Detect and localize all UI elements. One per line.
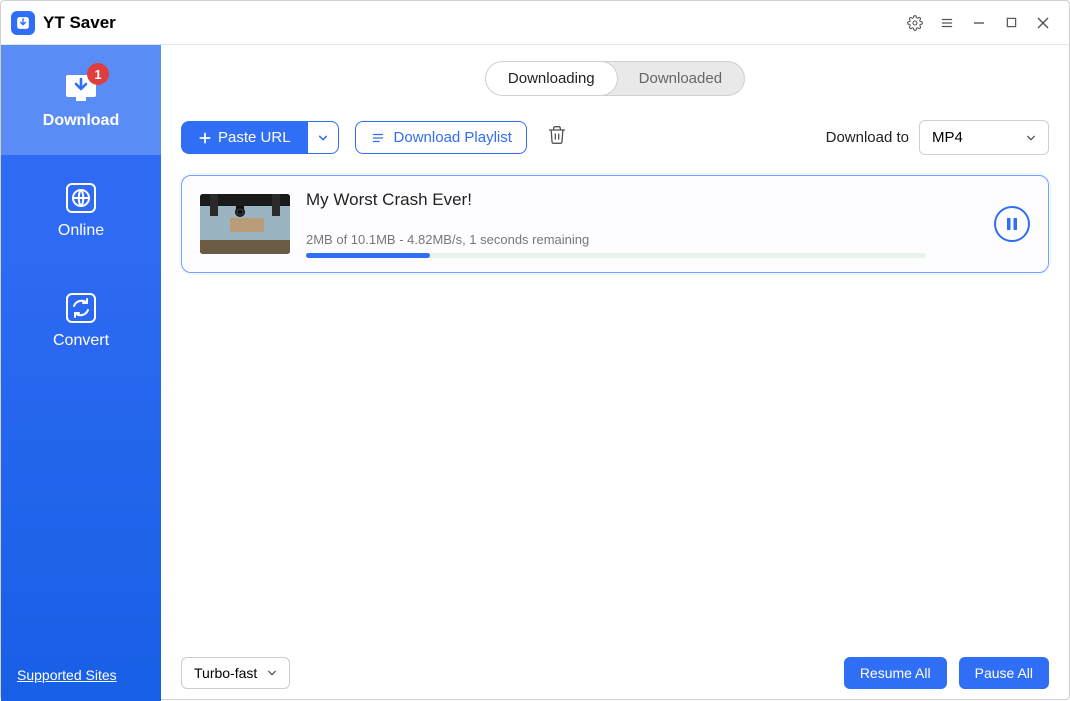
paste-url-dropdown[interactable] xyxy=(307,121,339,154)
download-card: My Worst Crash Ever! 2MB of 10.1MB - 4.8… xyxy=(181,175,1049,273)
download-playlist-button[interactable]: Download Playlist xyxy=(355,121,527,154)
main-area: Downloading Downloaded Paste URL Do xyxy=(161,45,1069,701)
pause-all-button[interactable]: Pause All xyxy=(959,657,1049,689)
supported-sites-link[interactable]: Supported Sites xyxy=(1,667,161,701)
convert-icon xyxy=(63,290,99,326)
progress-bar xyxy=(306,253,926,258)
footer: Turbo-fast Resume All Pause All xyxy=(161,645,1069,701)
sidebar-item-label: Convert xyxy=(53,332,109,350)
chevron-down-icon xyxy=(267,668,277,678)
globe-icon xyxy=(63,180,99,216)
download-title: My Worst Crash Ever! xyxy=(306,190,978,210)
speed-mode-select[interactable]: Turbo-fast xyxy=(181,657,290,689)
pause-button[interactable] xyxy=(994,206,1030,242)
settings-icon[interactable] xyxy=(899,7,931,39)
chevron-down-icon xyxy=(1026,133,1036,143)
playlist-icon xyxy=(370,131,386,145)
tabs: Downloading Downloaded xyxy=(485,61,745,96)
chevron-down-icon xyxy=(318,133,328,143)
sidebar: Download 1 Online Convert xyxy=(1,45,161,701)
trash-icon xyxy=(547,125,567,145)
video-thumbnail xyxy=(200,194,290,254)
minimize-icon[interactable] xyxy=(963,7,995,39)
toolbar: Paste URL Download Playlist xyxy=(181,120,1049,155)
sidebar-item-label: Online xyxy=(58,222,104,240)
resume-all-button[interactable]: Resume All xyxy=(844,657,947,689)
sidebar-item-online[interactable]: Online xyxy=(1,155,161,265)
tab-downloaded[interactable]: Downloaded xyxy=(617,62,744,95)
maximize-icon[interactable] xyxy=(995,7,1027,39)
sidebar-item-download[interactable]: Download 1 xyxy=(1,45,161,155)
download-to-label: Download to xyxy=(826,129,909,146)
close-icon[interactable] xyxy=(1027,7,1059,39)
pause-icon xyxy=(1005,217,1019,231)
app-name: YT Saver xyxy=(43,13,116,33)
sidebar-item-convert[interactable]: Convert xyxy=(1,265,161,375)
delete-button[interactable] xyxy=(543,121,571,154)
format-select[interactable]: MP4 xyxy=(919,120,1049,155)
titlebar: YT Saver xyxy=(1,1,1069,45)
tab-downloading[interactable]: Downloading xyxy=(486,62,617,95)
download-stats: 2MB of 10.1MB - 4.82MB/s, 1 seconds rema… xyxy=(306,232,978,247)
paste-url-button[interactable]: Paste URL xyxy=(181,121,307,154)
app-logo xyxy=(11,11,35,35)
download-badge: 1 xyxy=(87,63,109,85)
sidebar-item-label: Download xyxy=(43,112,119,130)
menu-icon[interactable] xyxy=(931,7,963,39)
